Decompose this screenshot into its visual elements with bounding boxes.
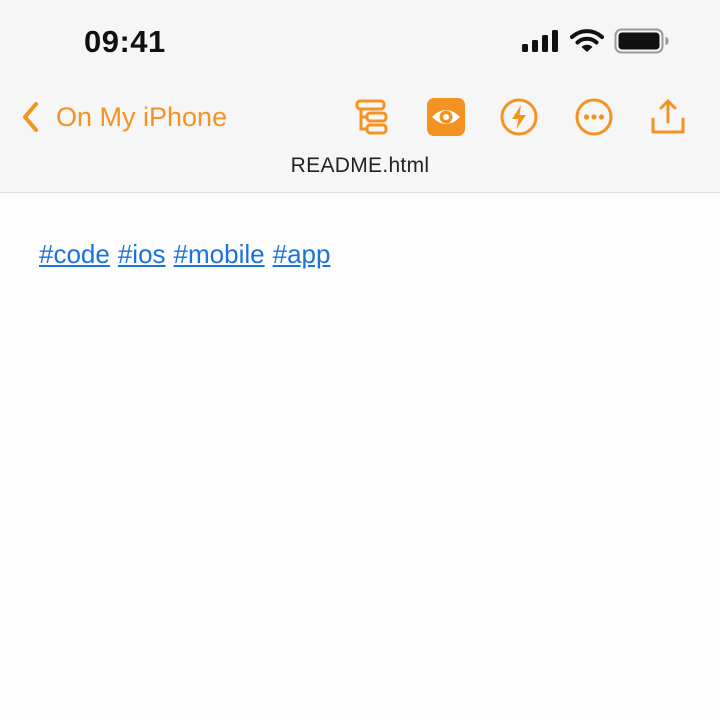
battery-icon bbox=[614, 28, 669, 54]
share-icon bbox=[651, 99, 685, 134]
actions-button[interactable] bbox=[496, 94, 542, 140]
tag-link[interactable]: #ios bbox=[118, 239, 166, 269]
toolbar bbox=[0, 94, 720, 140]
status-time: 09:41 bbox=[84, 24, 166, 59]
cellular-signal-icon bbox=[522, 30, 558, 52]
more-button[interactable] bbox=[571, 94, 617, 140]
outline-icon bbox=[355, 99, 388, 135]
preview-button[interactable] bbox=[423, 94, 469, 140]
status-icons bbox=[522, 28, 670, 54]
lightning-icon bbox=[500, 98, 538, 136]
more-icon bbox=[575, 98, 613, 136]
wifi-icon bbox=[570, 29, 604, 52]
app-screen: 09:41 On My iPhone README.html #code #io… bbox=[0, 0, 720, 720]
status-bar: 09:41 bbox=[0, 0, 720, 86]
tag-link[interactable]: #mobile bbox=[174, 239, 265, 269]
tag-link[interactable]: #app bbox=[273, 239, 331, 269]
tag-link[interactable]: #code bbox=[39, 239, 110, 269]
document-content: #code #ios #mobile #app bbox=[39, 236, 338, 272]
document-title: README.html bbox=[290, 154, 430, 177]
outline-button[interactable] bbox=[349, 94, 395, 140]
top-bar: 09:41 On My iPhone README.html bbox=[0, 0, 720, 193]
share-button[interactable] bbox=[645, 94, 691, 140]
preview-eye-icon bbox=[427, 98, 465, 136]
navigation-bar: On My iPhone bbox=[0, 86, 720, 148]
